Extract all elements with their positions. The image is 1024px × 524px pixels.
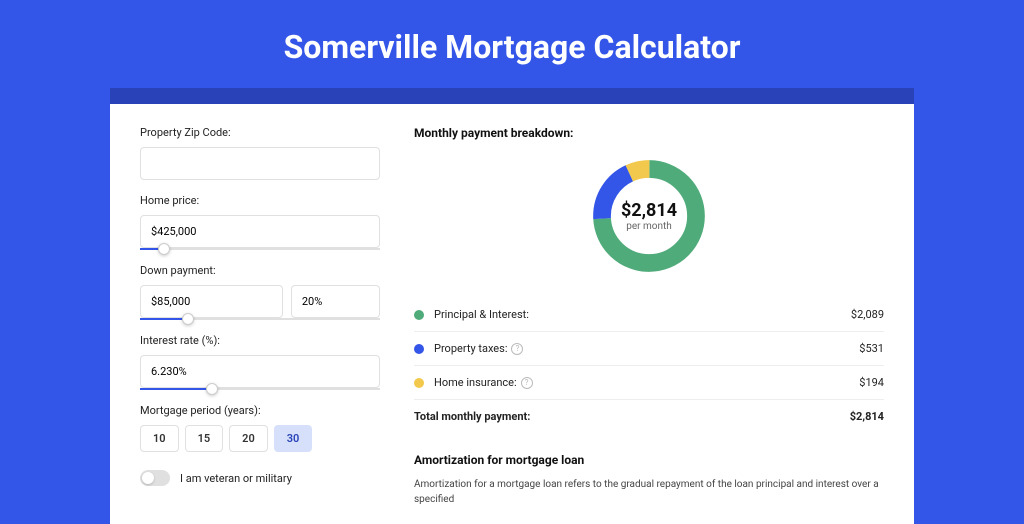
donut-chart: $2,814 per month bbox=[414, 154, 884, 278]
legend-val-ins: $194 bbox=[859, 376, 884, 389]
down-field: Down payment: bbox=[140, 264, 380, 320]
legend-label-total: Total monthly payment: bbox=[414, 410, 850, 423]
legend-val-tax: $531 bbox=[859, 342, 884, 355]
zip-label: Property Zip Code: bbox=[140, 126, 380, 139]
calculator-card: Property Zip Code: Home price: Down paym… bbox=[110, 104, 914, 524]
price-input[interactable] bbox=[140, 215, 380, 248]
period-btn-20[interactable]: 20 bbox=[229, 425, 268, 452]
dot-icon bbox=[414, 344, 424, 354]
amortization-section: Amortization for mortgage loan Amortizat… bbox=[414, 453, 884, 507]
veteran-toggle-knob bbox=[142, 472, 154, 484]
price-slider-thumb[interactable] bbox=[158, 243, 170, 255]
legend-row-pi: Principal & Interest: $2,089 bbox=[414, 298, 884, 332]
rate-label: Interest rate (%): bbox=[140, 334, 380, 347]
dot-icon bbox=[414, 378, 424, 388]
rate-slider-fill bbox=[140, 388, 212, 390]
legend-val-pi: $2,089 bbox=[851, 308, 884, 321]
info-icon[interactable]: ? bbox=[511, 343, 523, 355]
zip-field: Property Zip Code: bbox=[140, 126, 380, 180]
legend-row-total: Total monthly payment: $2,814 bbox=[414, 400, 884, 433]
legend-row-tax: Property taxes:? $531 bbox=[414, 332, 884, 366]
legend-label-ins: Home insurance:? bbox=[434, 376, 859, 389]
veteran-label: I am veteran or military bbox=[180, 472, 292, 485]
donut-amount: $2,814 bbox=[621, 200, 677, 221]
period-label: Mortgage period (years): bbox=[140, 404, 380, 417]
legend-label-pi: Principal & Interest: bbox=[434, 308, 851, 321]
rate-input[interactable] bbox=[140, 355, 380, 388]
period-btn-30[interactable]: 30 bbox=[274, 425, 313, 452]
zip-input[interactable] bbox=[140, 147, 380, 180]
donut-sub: per month bbox=[621, 221, 677, 232]
dot-icon bbox=[414, 310, 424, 320]
price-slider[interactable] bbox=[140, 248, 380, 250]
down-label: Down payment: bbox=[140, 264, 380, 277]
period-field: Mortgage period (years): 10 15 20 30 bbox=[140, 404, 380, 452]
breakdown-title: Monthly payment breakdown: bbox=[414, 126, 884, 140]
rate-slider[interactable] bbox=[140, 388, 380, 390]
rate-field: Interest rate (%): bbox=[140, 334, 380, 390]
amort-text: Amortization for a mortgage loan refers … bbox=[414, 477, 884, 507]
content-band: Property Zip Code: Home price: Down paym… bbox=[110, 88, 914, 524]
down-percent-input[interactable] bbox=[291, 285, 380, 318]
legend-val-total: $2,814 bbox=[850, 410, 884, 423]
page-title: Somerville Mortgage Calculator bbox=[0, 0, 1024, 88]
info-icon[interactable]: ? bbox=[521, 377, 533, 389]
down-amount-input[interactable] bbox=[140, 285, 283, 318]
down-slider[interactable] bbox=[140, 318, 380, 320]
breakdown-panel: Monthly payment breakdown: $2,814 per mo… bbox=[414, 126, 884, 524]
period-btn-10[interactable]: 10 bbox=[140, 425, 179, 452]
period-btn-15[interactable]: 15 bbox=[185, 425, 224, 452]
legend-label-tax: Property taxes:? bbox=[434, 342, 859, 355]
price-field: Home price: bbox=[140, 194, 380, 250]
rate-slider-thumb[interactable] bbox=[206, 383, 218, 395]
amort-title: Amortization for mortgage loan bbox=[414, 453, 884, 467]
down-slider-fill bbox=[140, 318, 188, 320]
veteran-row: I am veteran or military bbox=[140, 470, 380, 486]
down-slider-thumb[interactable] bbox=[182, 313, 194, 325]
legend-row-ins: Home insurance:? $194 bbox=[414, 366, 884, 400]
period-buttons: 10 15 20 30 bbox=[140, 425, 380, 452]
veteran-toggle[interactable] bbox=[140, 470, 170, 486]
donut-center: $2,814 per month bbox=[621, 200, 677, 232]
form-panel: Property Zip Code: Home price: Down paym… bbox=[140, 126, 380, 524]
price-label: Home price: bbox=[140, 194, 380, 207]
